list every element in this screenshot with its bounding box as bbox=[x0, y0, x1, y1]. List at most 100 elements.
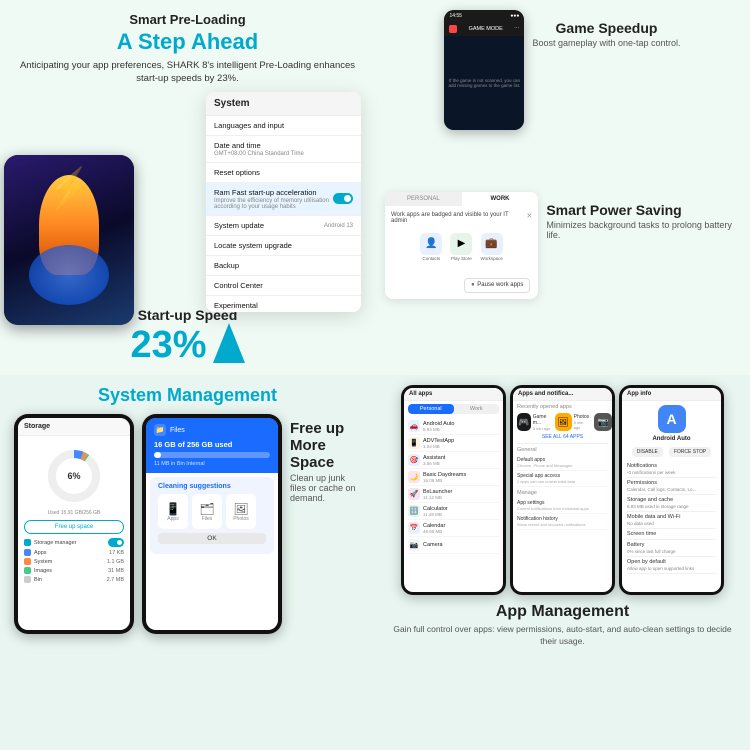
app-info-name: Android Auto bbox=[652, 436, 690, 442]
app-info-row-battery[interactable]: Battery 0% since last full charge bbox=[627, 540, 716, 557]
ok-button[interactable]: OK bbox=[158, 533, 266, 544]
step-ahead-title: A Step Ahead bbox=[14, 29, 361, 55]
force-stop-button[interactable]: FORCE STOP bbox=[669, 447, 711, 457]
three-phones-row: All apps Personal Work 🚗 Android Auto6.9… bbox=[385, 385, 740, 595]
legend-dot-apps bbox=[24, 549, 31, 556]
work-tab[interactable]: WORK bbox=[462, 192, 539, 206]
notif-setting-app-settings[interactable]: App settings Control notifications from … bbox=[517, 498, 608, 514]
app-info-body: A Android Auto DISABLE FORCE STOP Notifi… bbox=[622, 401, 721, 578]
free-up-section: Free up More Space Clean up junk files o… bbox=[290, 420, 361, 503]
arrow-up-icon bbox=[213, 323, 245, 363]
all-apps-phone: All apps Personal Work 🚗 Android Auto6.9… bbox=[401, 385, 506, 595]
disable-button[interactable]: DISABLE bbox=[632, 447, 663, 457]
app-info-header: App info bbox=[622, 388, 721, 401]
settings-item-languages[interactable]: Languages and input bbox=[206, 116, 361, 136]
all-apps-body: Personal Work 🚗 Android Auto6.93 MB 📱 AD… bbox=[404, 401, 503, 557]
close-icon[interactable]: ✕ bbox=[526, 212, 532, 220]
game-recent-icon: 🎮 bbox=[517, 413, 531, 431]
bottom-half: System Management Storage bbox=[0, 375, 750, 750]
free-space-button[interactable]: Free up space bbox=[24, 520, 124, 534]
cleaning-title: Cleaning suggestions bbox=[158, 483, 266, 490]
notif-setting-default-apps[interactable]: Default apps Chrome, Phone and Messages bbox=[517, 455, 608, 471]
app-info-phone: App info A Android Auto DISABLE FORCE ST… bbox=[619, 385, 724, 595]
app-info-row-storage[interactable]: Storage and cache 6.93 MB used in storag… bbox=[627, 495, 716, 512]
settings-item-experimental[interactable]: Experimental bbox=[206, 296, 361, 312]
app-info-row-open-default[interactable]: Open by default Allow app to open suppor… bbox=[627, 557, 716, 574]
game-screen: If the game is not scanned, you can add … bbox=[444, 36, 524, 130]
recent-photos-app[interactable]: 🖼 Photos 5 min ago bbox=[555, 413, 591, 431]
files-phone: 📁 Files 16 GB of 256 GB used 11 MB in Bi… bbox=[142, 414, 282, 634]
see-all-apps[interactable]: SEE ALL 64 APPS bbox=[517, 434, 608, 440]
recent-photos-info: Photos 5 min ago bbox=[574, 414, 591, 430]
settings-item-backup[interactable]: Backup bbox=[206, 256, 361, 276]
app-info-row-mobile-data[interactable]: Mobile data and Wi-Fi No data used bbox=[627, 512, 716, 529]
top-half: Smart Pre-Loading A Step Ahead Anticipat… bbox=[0, 0, 750, 375]
app-info-row-screen-time[interactable]: Screen time bbox=[627, 529, 716, 540]
personal-tab[interactable]: Personal bbox=[408, 404, 454, 414]
storage-phone-header: Storage bbox=[18, 418, 130, 436]
settings-item-locate[interactable]: Locate system upgrade bbox=[206, 236, 361, 256]
ram-toggle[interactable] bbox=[333, 193, 353, 204]
files-icon: 📁 bbox=[154, 424, 166, 436]
list-item[interactable]: 📷 Camera bbox=[408, 537, 499, 554]
general-label: General bbox=[517, 447, 608, 453]
work-tab[interactable]: Work bbox=[454, 404, 500, 414]
notifications-phone-inner: Apps and notifica... Recently opened app… bbox=[513, 388, 612, 592]
app-info-row-notifications[interactable]: Notifications -0 notifications per week bbox=[627, 461, 716, 478]
notif-setting-special-access[interactable]: Special app access 2 apps can use unrest… bbox=[517, 471, 608, 487]
notif-setting-history[interactable]: Notification history Show recent and sno… bbox=[517, 514, 608, 530]
settings-item-control[interactable]: Control Center bbox=[206, 276, 361, 296]
donut-sub-text: Used 15.91 GB/256 GB bbox=[24, 510, 124, 516]
list-item[interactable]: 🌙 Basic Daydreams16.06 MB bbox=[408, 469, 499, 486]
smart-power-section: PERSONAL WORK Work apps are badged and v… bbox=[385, 192, 740, 366]
list-item[interactable]: 🎯 Assistant3.56 MB bbox=[408, 452, 499, 469]
storage-phone: Storage 6% bbox=[14, 414, 134, 634]
storage-phone-body: 6% Used 15.91 GB/256 GB Free up space St… bbox=[18, 436, 130, 591]
storage-manager-toggle[interactable] bbox=[108, 538, 124, 547]
game-mode-icon bbox=[449, 25, 457, 33]
legend-dot-bin bbox=[24, 576, 31, 583]
legend-dot-system bbox=[24, 558, 31, 565]
game-speedup-title: Game Speedup bbox=[532, 20, 680, 36]
bxlauncher-icon: 🚀 bbox=[408, 488, 420, 500]
storage-bar-info: 16 GB of 256 GB used bbox=[154, 440, 270, 449]
settings-item-datetime[interactable]: Date and time GMT+08:00 China Standard T… bbox=[206, 136, 361, 163]
list-item[interactable]: 🚗 Android Auto6.93 MB bbox=[408, 418, 499, 435]
legend-item-bin: Bin 2.7 MB bbox=[24, 576, 124, 583]
settings-item-update[interactable]: System update Android 13 bbox=[206, 216, 361, 236]
game-phone: 14:55●●● GAME MODE ⋯ If the game is not … bbox=[444, 10, 524, 130]
work-apps-panel: PERSONAL WORK Work apps are badged and v… bbox=[385, 192, 538, 299]
assistant-icon: 🎯 bbox=[408, 454, 420, 466]
smart-preloading-title: Smart Pre-Loading bbox=[14, 12, 361, 27]
storage-phone-inner: Storage 6% bbox=[18, 418, 130, 630]
work-panel-tabs: PERSONAL WORK bbox=[385, 192, 538, 206]
calculator-icon: 🔢 bbox=[408, 505, 420, 517]
app-info-row-permissions[interactable]: Permissions Calendar, Call logs, Contact… bbox=[627, 478, 716, 495]
list-item[interactable]: 📅 Calendar46.95 MB bbox=[408, 520, 499, 537]
list-item[interactable]: 📱 ADVTestApp1.04 MB bbox=[408, 435, 499, 452]
page: Smart Pre-Loading A Step Ahead Anticipat… bbox=[0, 0, 750, 750]
contacts-app[interactable]: 👤 Contacts bbox=[420, 233, 442, 261]
playstore-app[interactable]: ▶ Play Store bbox=[450, 233, 472, 261]
legend-dot-storage-manager bbox=[24, 539, 31, 546]
settings-item-reset[interactable]: Reset options bbox=[206, 163, 361, 183]
game-phone-mockup: ⚡ bbox=[4, 155, 134, 325]
settings-panel-header: System bbox=[206, 92, 361, 116]
workspace-app[interactable]: 💼 Workspace bbox=[480, 233, 502, 261]
game-phone-status-bar: 14:55●●● bbox=[444, 10, 524, 22]
cleaning-item-1: 📱 Apps bbox=[158, 494, 188, 529]
list-item[interactable]: 🔢 Calculator11.48 MB bbox=[408, 503, 499, 520]
step-ahead-desc: Anticipating your app preferences, SHARK… bbox=[14, 59, 361, 86]
list-item[interactable]: 🚀 BxLauncher11.12 MB bbox=[408, 486, 499, 503]
recent-camera-app[interactable]: 📷 Camera 8 min ago bbox=[594, 413, 612, 431]
all-apps-phone-inner: All apps Personal Work 🚗 Android Auto6.9… bbox=[404, 388, 503, 592]
settings-item-ram[interactable]: Ram Fast start-up acceleration Improve t… bbox=[206, 183, 361, 216]
all-apps-tabs: Personal Work bbox=[408, 404, 499, 414]
android-auto-app-icon: A bbox=[658, 405, 686, 433]
settings-panel: System Languages and input Date and time… bbox=[206, 92, 361, 312]
recent-game-app[interactable]: 🎮 Game m... 5 min ago bbox=[517, 413, 551, 431]
personal-tab[interactable]: PERSONAL bbox=[385, 192, 462, 206]
cleaning-item-3: 🖼 Photos bbox=[226, 494, 256, 529]
top-right-section: 14:55●●● GAME MODE ⋯ If the game is not … bbox=[375, 0, 750, 375]
pause-work-button[interactable]: ⏸ Pause work apps bbox=[464, 278, 530, 293]
